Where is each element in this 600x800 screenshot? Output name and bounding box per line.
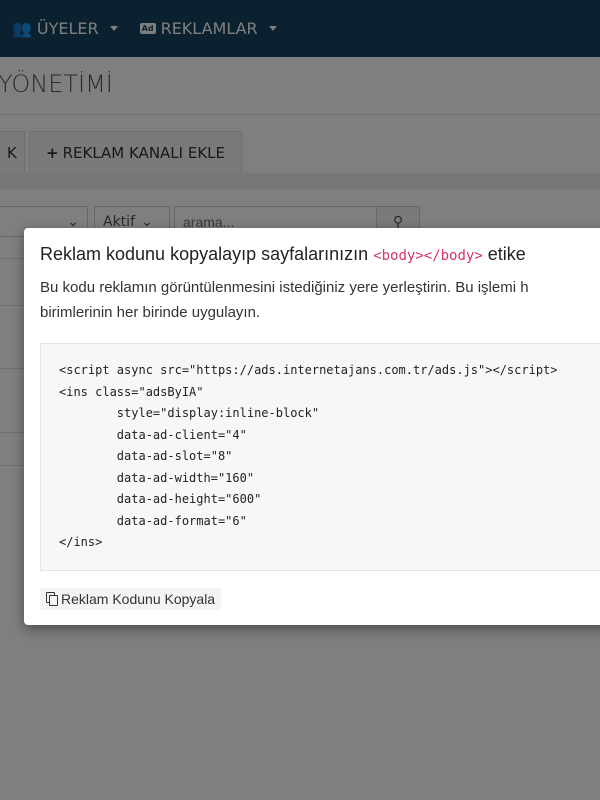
modal-title-text: Reklam kodunu kopyalayıp sayfalarınızın	[40, 244, 369, 264]
modal-title: Reklam kodunu kopyalayıp sayfalarınızın …	[40, 244, 600, 265]
modal-description-cont: birimlerinin her birinde uygulayın.	[40, 304, 261, 321]
copy-code-label: Reklam Kodunu Kopyala	[61, 590, 216, 607]
ad-code-block[interactable]: <script async src="https://ads.interneta…	[40, 343, 600, 571]
embed-code-modal: Reklam kodunu kopyalayıp sayfalarınızın …	[24, 228, 600, 625]
modal-description: Bu kodu reklamın görüntülenmesini istedi…	[40, 279, 529, 296]
modal-title-code: <body></body>	[373, 248, 483, 264]
copy-icon	[46, 592, 58, 606]
modal-title-suffix: etike	[487, 244, 526, 264]
copy-code-button[interactable]: Reklam Kodunu Kopyala	[40, 587, 222, 610]
